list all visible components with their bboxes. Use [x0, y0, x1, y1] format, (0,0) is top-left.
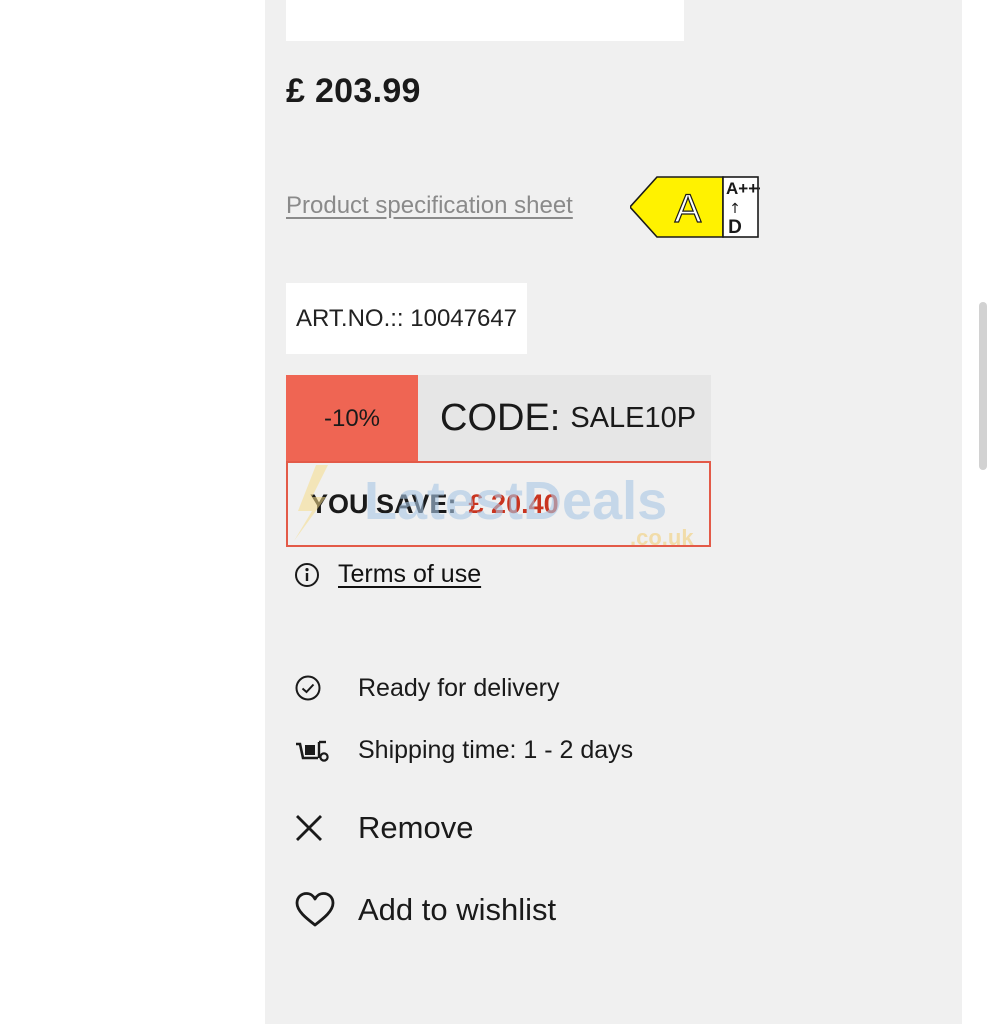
check-circle-icon [294, 668, 338, 708]
you-save-label: YOU SAVE: [310, 488, 457, 519]
delivery-status: Ready for delivery [294, 668, 559, 708]
wishlist-label: Add to wishlist [358, 892, 557, 927]
energy-scale-top: A+++ [726, 179, 760, 198]
discount-percent-badge: -10% [286, 375, 418, 462]
energy-class: A [675, 187, 702, 231]
energy-label[interactable]: A A+++ ↑ D [628, 175, 768, 240]
discount-box: -10% CODE: SALE10P YOU SAVE: £ 20.40 Lat… [286, 375, 711, 547]
close-icon [294, 808, 338, 848]
remove-button[interactable]: Remove [294, 808, 473, 848]
remove-label: Remove [358, 810, 474, 845]
article-number: ART.NO.:: 10047647 [286, 283, 527, 354]
code-label: CODE: [440, 397, 561, 439]
add-to-wishlist-button[interactable]: Add to wishlist [294, 890, 556, 930]
terms-of-use-link[interactable]: Terms of use [338, 560, 481, 589]
info-icon [295, 562, 319, 587]
heart-icon [294, 890, 338, 930]
discount-code-bar: -10% CODE: SALE10P [286, 375, 711, 462]
page-scrollbar[interactable] [979, 302, 987, 470]
delivery-truck-icon [294, 730, 338, 770]
shipping-time-label: Shipping time: 1 - 2 days [358, 735, 634, 764]
you-save-amount: £ 20.40 [468, 488, 559, 519]
discount-code: CODE: SALE10P [440, 375, 696, 462]
energy-label-graphic: A A+++ ↑ D [628, 176, 768, 238]
energy-scale-arrow: ↑ [729, 201, 741, 217]
you-save-box: YOU SAVE: £ 20.40 [286, 461, 711, 547]
energy-scale-bottom: D [728, 217, 742, 238]
terms-of-use[interactable]: Terms of use [294, 560, 481, 589]
code-value: SALE10P [570, 402, 697, 434]
product-price: £ 203.99 [286, 72, 421, 110]
product-spec-sheet-link[interactable]: Product specification sheet [286, 192, 573, 220]
delivery-status-label: Ready for delivery [358, 673, 560, 702]
product-panel: £ 203.99 Product specification sheet A A… [265, 0, 962, 1024]
product-image-area [286, 0, 684, 41]
shipping-time: Shipping time: 1 - 2 days [294, 730, 633, 770]
